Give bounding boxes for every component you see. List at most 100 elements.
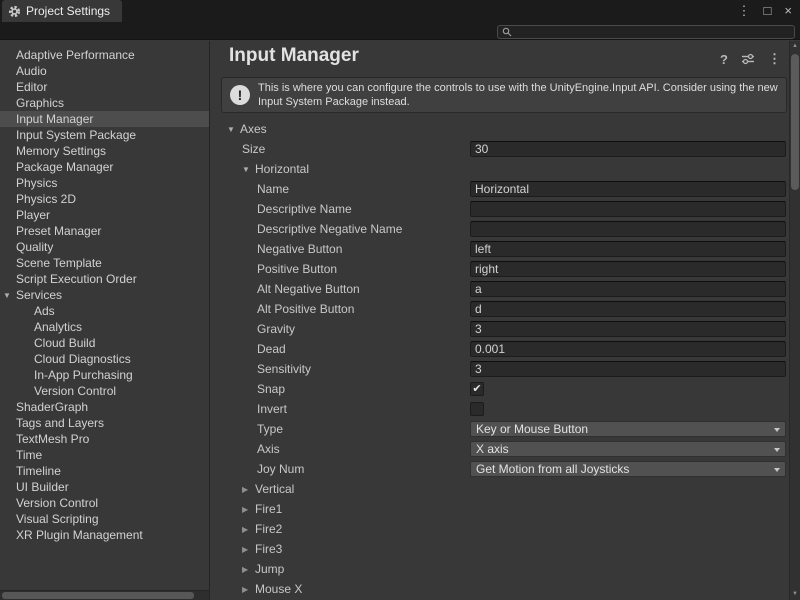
presets-icon[interactable] — [741, 52, 755, 66]
field-alt-negative-button[interactable] — [470, 281, 786, 297]
property-row-axes: Axes — [211, 119, 789, 139]
sidebar-item-graphics[interactable]: Graphics — [0, 95, 209, 111]
sidebar-item-label: Audio — [16, 64, 47, 78]
property-label[interactable]: Fire1 — [211, 499, 789, 519]
sidebar-item-label: Ads — [34, 304, 55, 318]
field-descriptive-negative-name[interactable] — [470, 221, 786, 237]
sidebar-item-timeline[interactable]: Timeline — [0, 463, 209, 479]
horizontal-scrollbar[interactable] — [0, 590, 210, 600]
tab-project-settings[interactable]: Project Settings — [2, 0, 122, 22]
property-label-text: Snap — [257, 382, 285, 396]
property-label-text: Alt Negative Button — [257, 282, 360, 296]
sidebar-item-in-app-purchasing[interactable]: In-App Purchasing — [0, 367, 209, 383]
foldout-arrow-icon[interactable] — [242, 545, 255, 554]
property-row-descriptive-negative-name: Descriptive Negative Name — [211, 219, 789, 239]
property-label-text: Gravity — [257, 322, 295, 336]
sidebar-item-ui-builder[interactable]: UI Builder — [0, 479, 209, 495]
foldout-arrow-icon[interactable] — [242, 505, 255, 514]
sidebar-item-label: Physics — [16, 176, 57, 190]
foldout-arrow-icon[interactable] — [242, 585, 255, 594]
search-field[interactable] — [497, 25, 795, 39]
foldout-arrow-icon[interactable] — [242, 525, 255, 534]
sidebar-item-shadergraph[interactable]: ShaderGraph — [0, 399, 209, 415]
input-manager-panel: Input Manager ? ⋮ ! This is where you ca… — [211, 41, 789, 600]
checkbox-invert[interactable] — [470, 402, 484, 416]
sidebar-item-input-manager[interactable]: Input Manager — [0, 111, 209, 127]
sidebar-item-memory-settings[interactable]: Memory Settings — [0, 143, 209, 159]
help-icon[interactable]: ? — [720, 52, 728, 67]
property-label[interactable]: Horizontal — [211, 159, 789, 179]
sidebar-item-preset-manager[interactable]: Preset Manager — [0, 223, 209, 239]
property-label[interactable]: Axes — [211, 119, 789, 139]
field-name[interactable] — [470, 181, 786, 197]
sidebar-item-cloud-diagnostics[interactable]: Cloud Diagnostics — [0, 351, 209, 367]
sidebar-item-version-control[interactable]: Version Control — [0, 383, 209, 399]
property-label-text: Sensitivity — [257, 362, 311, 376]
sidebar-item-version-control[interactable]: Version Control — [0, 495, 209, 511]
property-label[interactable]: Fire2 — [211, 519, 789, 539]
foldout-arrow-icon[interactable] — [227, 125, 240, 134]
vertical-scrollbar[interactable]: ▲ ▼ — [789, 41, 800, 600]
foldout-arrow-icon[interactable] — [242, 565, 255, 574]
window-close-icon[interactable]: × — [784, 0, 792, 22]
sidebar-item-audio[interactable]: Audio — [0, 63, 209, 79]
dropdown-axis[interactable]: X axis — [470, 441, 786, 457]
sidebar-item-services[interactable]: Services — [0, 287, 209, 303]
foldout-arrow-icon[interactable] — [242, 485, 255, 494]
vertical-scrollbar-thumb[interactable] — [791, 54, 799, 190]
sidebar-item-package-manager[interactable]: Package Manager — [0, 159, 209, 175]
sidebar-item-scene-template[interactable]: Scene Template — [0, 255, 209, 271]
property-label-text: Jump — [255, 562, 284, 576]
window-maximize-icon[interactable]: □ — [764, 0, 772, 22]
dropdown-joy-num[interactable]: Get Motion from all Joysticks — [470, 461, 786, 477]
property-label-text: Name — [257, 182, 289, 196]
property-list: AxesSizeHorizontalNameDescriptive NameDe… — [211, 119, 789, 599]
property-label[interactable]: Mouse X — [211, 579, 789, 599]
sidebar-item-ads[interactable]: Ads — [0, 303, 209, 319]
property-label[interactable]: Vertical — [211, 479, 789, 499]
sidebar-item-tags-and-layers[interactable]: Tags and Layers — [0, 415, 209, 431]
field-alt-positive-button[interactable] — [470, 301, 786, 317]
search-input[interactable] — [515, 26, 790, 38]
property-label[interactable]: Fire3 — [211, 539, 789, 559]
sidebar-item-visual-scripting[interactable]: Visual Scripting — [0, 511, 209, 527]
field-dead[interactable] — [470, 341, 786, 357]
field-gravity[interactable] — [470, 321, 786, 337]
field-size[interactable] — [470, 141, 786, 157]
foldout-arrow-icon[interactable] — [242, 165, 255, 174]
field-sensitivity[interactable] — [470, 361, 786, 377]
foldout-arrow-icon[interactable] — [3, 291, 16, 300]
sidebar-item-textmesh-pro[interactable]: TextMesh Pro — [0, 431, 209, 447]
property-label-text: Fire1 — [255, 502, 282, 516]
property-label[interactable]: Jump — [211, 559, 789, 579]
sidebar-item-analytics[interactable]: Analytics — [0, 319, 209, 335]
horizontal-scrollbar-thumb[interactable] — [2, 592, 194, 599]
sidebar-item-quality[interactable]: Quality — [0, 239, 209, 255]
sidebar-item-label: Analytics — [34, 320, 82, 334]
sidebar-item-time[interactable]: Time — [0, 447, 209, 463]
field-negative-button[interactable] — [470, 241, 786, 257]
field-positive-button[interactable] — [470, 261, 786, 277]
more-icon[interactable]: ⋮ — [768, 51, 781, 67]
scroll-up-icon[interactable]: ▲ — [790, 41, 800, 52]
sidebar-item-label: Scene Template — [16, 256, 102, 270]
window-menu-icon[interactable]: ⋮ — [738, 0, 751, 22]
sidebar-item-player[interactable]: Player — [0, 207, 209, 223]
property-label-text: Axis — [257, 442, 280, 456]
property-label: Invert — [211, 399, 789, 419]
checkbox-snap[interactable] — [470, 382, 484, 396]
sidebar-item-input-system-package[interactable]: Input System Package — [0, 127, 209, 143]
field-descriptive-name[interactable] — [470, 201, 786, 217]
scroll-down-icon[interactable]: ▼ — [790, 589, 800, 600]
sidebar-item-label: Graphics — [16, 96, 64, 110]
dropdown-type[interactable]: Key or Mouse Button — [470, 421, 786, 437]
sidebar-item-editor[interactable]: Editor — [0, 79, 209, 95]
property-label-text: Descriptive Name — [257, 202, 352, 216]
sidebar-item-cloud-build[interactable]: Cloud Build — [0, 335, 209, 351]
sidebar-item-adaptive-performance[interactable]: Adaptive Performance — [0, 47, 209, 63]
sidebar-item-physics[interactable]: Physics — [0, 175, 209, 191]
sidebar-item-physics-2d[interactable]: Physics 2D — [0, 191, 209, 207]
property-row-invert: Invert — [211, 399, 789, 419]
sidebar-item-script-execution-order[interactable]: Script Execution Order — [0, 271, 209, 287]
sidebar-item-xr-plugin-management[interactable]: XR Plugin Management — [0, 527, 209, 543]
